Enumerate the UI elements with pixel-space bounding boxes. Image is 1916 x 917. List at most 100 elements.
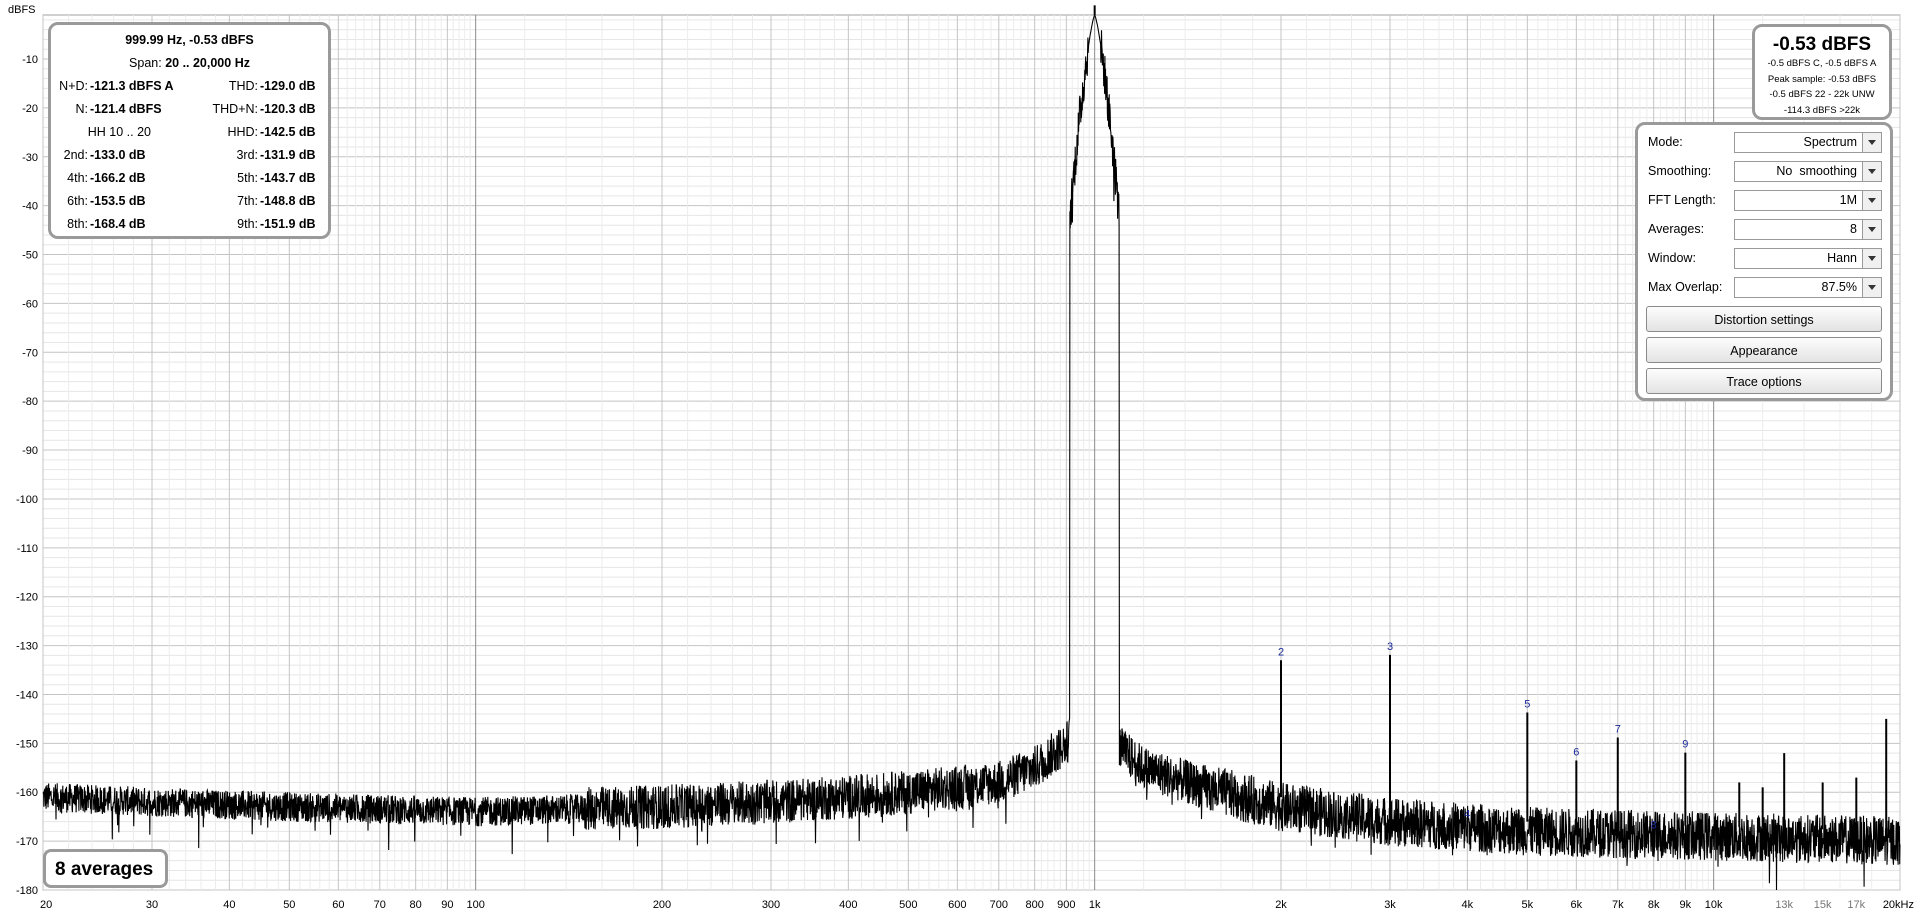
x-tick-label: 50: [283, 899, 295, 911]
level-weighted: -0.5 dBFS C, -0.5 dBFS A: [1767, 58, 1877, 69]
span-value: 20 .. 20,000 Hz: [165, 56, 250, 70]
averages-select[interactable]: 8: [1734, 219, 1882, 240]
max-overlap-label: Max Overlap:: [1648, 280, 1723, 294]
fft-length-label: FFT Length:: [1648, 193, 1716, 207]
x-tick-label: 300: [762, 899, 780, 911]
x-tick-label: 30: [146, 899, 158, 911]
fft-length-row: FFT Length: 1M: [1646, 189, 1882, 213]
x-tick-label: 2k: [1275, 899, 1287, 911]
mode-select[interactable]: Spectrum: [1734, 132, 1882, 153]
harmonic-marker-label: 7: [1615, 723, 1621, 735]
averages-row: Averages: 8: [1646, 218, 1882, 242]
span-readout: Span: 20 .. 20,000 Hz: [51, 56, 328, 70]
x-minor-tick-label: 13k: [1775, 899, 1793, 911]
window-value: Hann: [1827, 251, 1857, 265]
chevron-down-icon[interactable]: [1862, 191, 1881, 210]
stat-label: 2nd:: [63, 148, 88, 162]
y-tick-label: -150: [16, 738, 38, 750]
y-tick-label: -40: [22, 201, 38, 213]
chevron-down-icon[interactable]: [1862, 278, 1881, 297]
rta-controls-panel: Mode: Spectrum Smoothing: No smoothing F…: [1635, 122, 1893, 401]
harmonic-marker-label: 2: [1278, 646, 1284, 658]
level-above-22k: -114.3 dBFS >22k: [1783, 104, 1861, 116]
x-tick-label: 600: [948, 899, 966, 911]
x-tick-label: 5k: [1522, 899, 1534, 911]
y-tick-label: -50: [22, 250, 38, 262]
chevron-down-icon[interactable]: [1862, 249, 1881, 268]
chevron-down-icon[interactable]: [1862, 162, 1881, 181]
stats-row: N+D: -121.3 dBFS A THD: -129.0 dB: [51, 79, 328, 99]
stat-label: HH 10 .. 20: [87, 125, 151, 139]
y-tick-label: -90: [22, 445, 38, 457]
x-tick-label: 60: [332, 899, 344, 911]
mode-row: Mode: Spectrum: [1646, 131, 1882, 155]
stat-value: -153.5 dB: [90, 194, 146, 208]
stats-row: 6th: -153.5 dB 7th: -148.8 dB: [51, 194, 328, 214]
smoothing-value: No smoothing: [1776, 164, 1857, 178]
y-tick-label: -10: [22, 54, 38, 66]
averages-badge: 8 averages: [43, 849, 168, 888]
stat-label: 4th:: [67, 171, 88, 185]
x-tick-label: 200: [653, 899, 671, 911]
stat-value: -120.3 dB: [260, 102, 316, 116]
y-tick-label: -140: [16, 689, 38, 701]
x-axis-labels: 20 30 40 50 60 70 80 90 100 200 300 400 500 600 700 800…: [40, 899, 1914, 911]
y-axis-unit-label: dBFS: [8, 4, 36, 16]
stat-label: 3rd:: [236, 148, 258, 162]
stats-row: HH 10 .. 20 HHD: -142.5 dB: [51, 125, 328, 145]
y-axis-labels: -10 -20 -30 -40 -50 -60 -70 -80 -90 -100 -110 -120 -…: [16, 54, 38, 897]
level-unweighted: -0.5 dBFS 22 - 22k UNW: [1769, 89, 1875, 100]
averages-value: 8: [1850, 222, 1857, 236]
x-tick-label: 20kHz: [1883, 899, 1914, 911]
stats-row: N: -121.4 dBFS THD+N: -120.3 dB: [51, 102, 328, 122]
window-label: Window:: [1648, 251, 1696, 265]
chevron-down-icon[interactable]: [1862, 220, 1881, 239]
x-minor-tick-label: 17k: [1847, 899, 1865, 911]
harmonic-marker-label: 9: [1682, 739, 1688, 751]
x-tick-label: 800: [1025, 899, 1043, 911]
x-tick-label: 100: [466, 899, 484, 911]
stat-value: -143.7 dB: [260, 171, 316, 185]
stat-value: -166.2 dB: [90, 171, 146, 185]
window-row: Window: Hann: [1646, 247, 1882, 271]
stats-row: 8th: -168.4 dB 9th: -151.9 dB: [51, 217, 328, 237]
stat-value: -168.4 dB: [90, 217, 146, 231]
appearance-button[interactable]: Appearance: [1646, 337, 1882, 363]
x-minor-tick-label: 15k: [1814, 899, 1832, 911]
stat-value: -129.0 dB: [260, 79, 316, 93]
smoothing-row: Smoothing: No smoothing: [1646, 160, 1882, 184]
max-overlap-select[interactable]: 87.5%: [1734, 277, 1882, 298]
x-tick-label: 6k: [1571, 899, 1583, 911]
y-tick-label: -30: [22, 152, 38, 164]
y-tick-label: -100: [16, 494, 38, 506]
window-select[interactable]: Hann: [1734, 248, 1882, 269]
distortion-settings-button[interactable]: Distortion settings: [1646, 306, 1882, 332]
stat-label: N:: [75, 102, 89, 116]
y-tick-label: -80: [22, 396, 38, 408]
y-tick-label: -70: [22, 347, 38, 359]
stat-label: THD:: [228, 79, 258, 93]
mode-value: Spectrum: [1803, 135, 1858, 149]
trace-options-button[interactable]: Trace options: [1646, 368, 1882, 394]
y-tick-label: -60: [22, 298, 38, 310]
x-tick-label: 8k: [1648, 899, 1660, 911]
x-tick-label: 90: [441, 899, 453, 911]
stats-row: 4th: -166.2 dB 5th: -143.7 dB: [51, 171, 328, 191]
stat-label: 6th:: [67, 194, 88, 208]
stat-value: -131.9 dB: [260, 148, 316, 162]
span-label: Span:: [129, 56, 162, 70]
max-overlap-row: Max Overlap: 87.5%: [1646, 276, 1882, 300]
harmonic-marker-label: 4: [1464, 809, 1470, 821]
stat-value: -142.5 dB: [260, 125, 316, 139]
harmonic-marker-label: 6: [1573, 746, 1579, 758]
stat-value: -121.3 dBFS A: [90, 79, 174, 93]
stat-label: THD+N:: [212, 102, 259, 116]
chevron-down-icon[interactable]: [1862, 133, 1881, 152]
x-tick-label: 700: [990, 899, 1008, 911]
fft-length-select[interactable]: 1M: [1734, 190, 1882, 211]
y-tick-label: -170: [16, 836, 38, 848]
stat-value: -133.0 dB: [90, 148, 146, 162]
fundamental-readout: 999.99 Hz, -0.53 dBFS: [125, 33, 254, 47]
x-tick-label: 7k: [1612, 899, 1624, 911]
smoothing-select[interactable]: No smoothing: [1734, 161, 1882, 182]
